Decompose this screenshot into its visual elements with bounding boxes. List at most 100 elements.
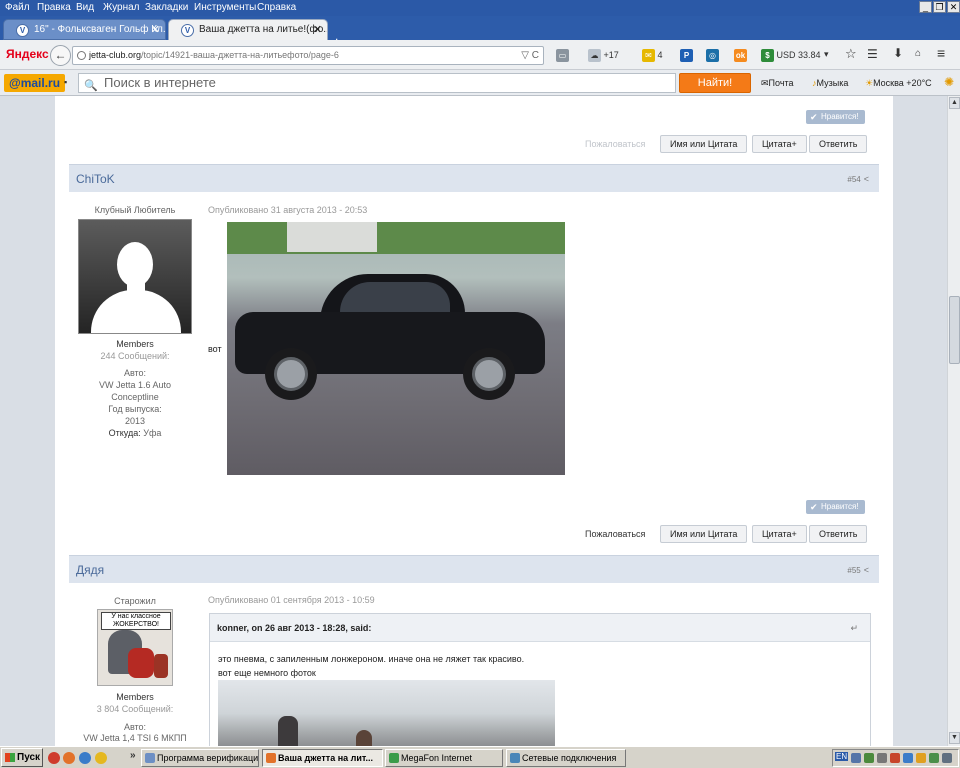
like-button[interactable]: ✔ Нравится! [806,110,865,124]
language-indicator[interactable]: EN [835,752,849,761]
name-quote-button[interactable]: Имя или Цитата [660,525,748,543]
mail-count: 4 [657,49,663,60]
mailru-toolbar: @mail.ru ▪ 🔍 Поиск в интернете Найти! ✉П… [0,70,960,96]
default-avatar[interactable] [78,219,192,334]
taskbar-button-label: MegaFon Internet [401,753,473,763]
like-button[interactable]: ✔ Нравится! [806,500,865,514]
tab-jetta[interactable]: V Ваша джетта на литье!(фо... ✕ [168,19,328,40]
bookmark-star-icon[interactable]: ☆ [845,46,857,62]
home-icon[interactable]: ⌂ [915,48,921,59]
menu-view[interactable]: Вид [76,2,94,13]
find-button[interactable]: Найти! [679,73,751,93]
start-button[interactable]: Пуск [1,748,43,767]
tray-app-icon[interactable] [916,753,926,763]
report-link[interactable]: Пожаловаться [585,529,645,539]
restore-button[interactable]: ❐ [933,1,946,13]
taskbar-button[interactable]: Сетевые подключения [506,749,626,767]
internet-explorer-icon[interactable] [79,752,91,764]
taskbar-button[interactable]: MegaFon Internet [385,749,503,767]
weather-widget[interactable]: ☁ +17 [588,49,619,62]
post-number[interactable]: #54 < [847,174,869,184]
menu-history[interactable]: Журнал [103,2,140,13]
taskbar-button[interactable]: Программа верификаци... [141,749,259,767]
tray-antivirus-icon[interactable] [890,753,900,763]
globe-icon [77,51,86,60]
post-author-link[interactable]: Дядя [76,563,104,577]
menu-help[interactable]: Справка [257,2,296,13]
taskbar-button-active[interactable]: Ваша джетта на лит... [262,749,383,767]
menu-bookmarks[interactable]: Закладки [145,2,188,13]
quote-plus-button[interactable]: Цитата+ [752,135,807,153]
year-label: Год выпуска: [108,404,162,414]
start-label: Пуск [17,752,41,763]
quote-plus-button[interactable]: Цитата+ [752,525,807,543]
quote-link-icon[interactable]: ↵ [850,614,858,642]
name-quote-button[interactable]: Имя или Цитата [660,135,748,153]
tab-golf[interactable]: V 16" - Фольксваген Гольф Кл... ✕ [3,19,166,40]
scroll-down-arrow-icon[interactable]: ▼ [949,732,960,744]
checkmark-icon: ✔ [810,502,818,512]
url-bar[interactable]: jetta-club.org/topic/14921-ваша-джетта-н… [72,46,544,65]
menu-edit[interactable]: Правка [37,2,71,13]
car-photo[interactable] [227,222,565,475]
post-number[interactable]: #55 < [847,565,869,575]
reader-icon[interactable]: ▭ [556,49,569,62]
tray-megafon-icon[interactable] [864,753,874,763]
tray-shield-icon[interactable] [929,753,939,763]
tab-bar: V 16" - Фольксваген Гольф Кл... ✕ V Ваша… [0,16,960,52]
report-link[interactable]: Пожаловаться [585,139,645,149]
minimize-button[interactable]: _ [919,1,932,13]
auto-value: VW Jetta 1,4 TSI 6 МКПП [83,733,187,743]
mailru-logo[interactable]: @mail.ru [4,74,66,92]
tray-update-icon[interactable] [903,753,913,763]
menu-file[interactable]: Файл [5,2,30,13]
opera-icon[interactable] [48,752,60,764]
vertical-scrollbar[interactable]: ▲ ▼ [947,96,960,746]
scrollbar-thumb[interactable] [949,296,960,364]
quote-header: konner, on 26 авг 2013 - 18:28, said: ↵ [210,614,870,642]
yandex-p-icon[interactable]: P [680,49,693,62]
web-search-input[interactable]: 🔍 Поиск в интернете [78,73,676,93]
url-path: /topic/14921-ваша-джетта-на-литьефото/pa… [141,50,339,60]
envelope-icon: ✉ [761,78,769,88]
currency-widget[interactable]: $ USD 33.84 [761,49,821,62]
back-button[interactable]: ← [50,45,71,66]
tab-close-icon[interactable]: ✕ [151,23,160,36]
taskbar-button-label: Сетевые подключения [522,753,617,763]
settings-gear-icon[interactable]: ✺ [944,75,954,89]
music-link[interactable]: ♪Музыка [812,78,848,88]
system-tray: EN [832,749,959,767]
tab-title: Ваша джетта на литье!(фо... [199,24,328,35]
yandex-disk-icon[interactable]: ◎ [706,49,719,62]
chrome-icon[interactable] [95,752,107,764]
post-date: Опубликовано 01 сентября 2013 - 10:59 [208,595,375,605]
firefox-icon[interactable] [63,752,75,764]
odnoklassniki-icon[interactable]: ok [734,49,747,62]
taskbar-overflow-chevron[interactable]: » [130,750,136,761]
close-window-button[interactable]: ✕ [947,1,960,13]
tab-close-icon[interactable]: ✕ [313,23,322,36]
post-author-link[interactable]: ChiToK [76,172,115,186]
avatar-caption: У нас классное ЖОКЕРСТВО! [101,612,171,630]
mail-link[interactable]: ✉Почта [761,78,794,89]
menu-tools[interactable]: Инструменты [194,2,256,13]
reply-button[interactable]: Ответить [809,135,868,153]
tray-network-icon[interactable] [851,753,861,763]
mail-widget[interactable]: ✉ 4 [642,49,663,62]
chevron-down-icon[interactable]: ▾ [824,49,829,60]
quoted-photo[interactable] [218,680,555,746]
reply-button[interactable]: Ответить [809,525,868,543]
user-avatar[interactable]: У нас классное ЖОКЕРСТВО! [97,609,173,686]
weather-link[interactable]: ☀Москва +20°C [865,78,932,89]
quote-text-line: это пневма, с запиленным лонжероном. ина… [218,654,525,664]
download-icon[interactable]: ⬇ [893,46,903,60]
bookmarks-list-icon[interactable]: ☰ [867,47,878,61]
toolbar-options-icon[interactable]: ▪ [64,77,67,87]
tray-volume-icon[interactable] [877,753,887,763]
user-location: Откуда: Уфа [75,427,195,439]
tray-clock-icon[interactable] [942,753,952,763]
scroll-up-arrow-icon[interactable]: ▲ [949,97,960,109]
url-bar-controls[interactable]: ▽ C [521,47,539,64]
yandex-logo[interactable]: Яндекс [6,47,49,61]
menu-hamburger-icon[interactable]: ≡ [937,45,945,61]
